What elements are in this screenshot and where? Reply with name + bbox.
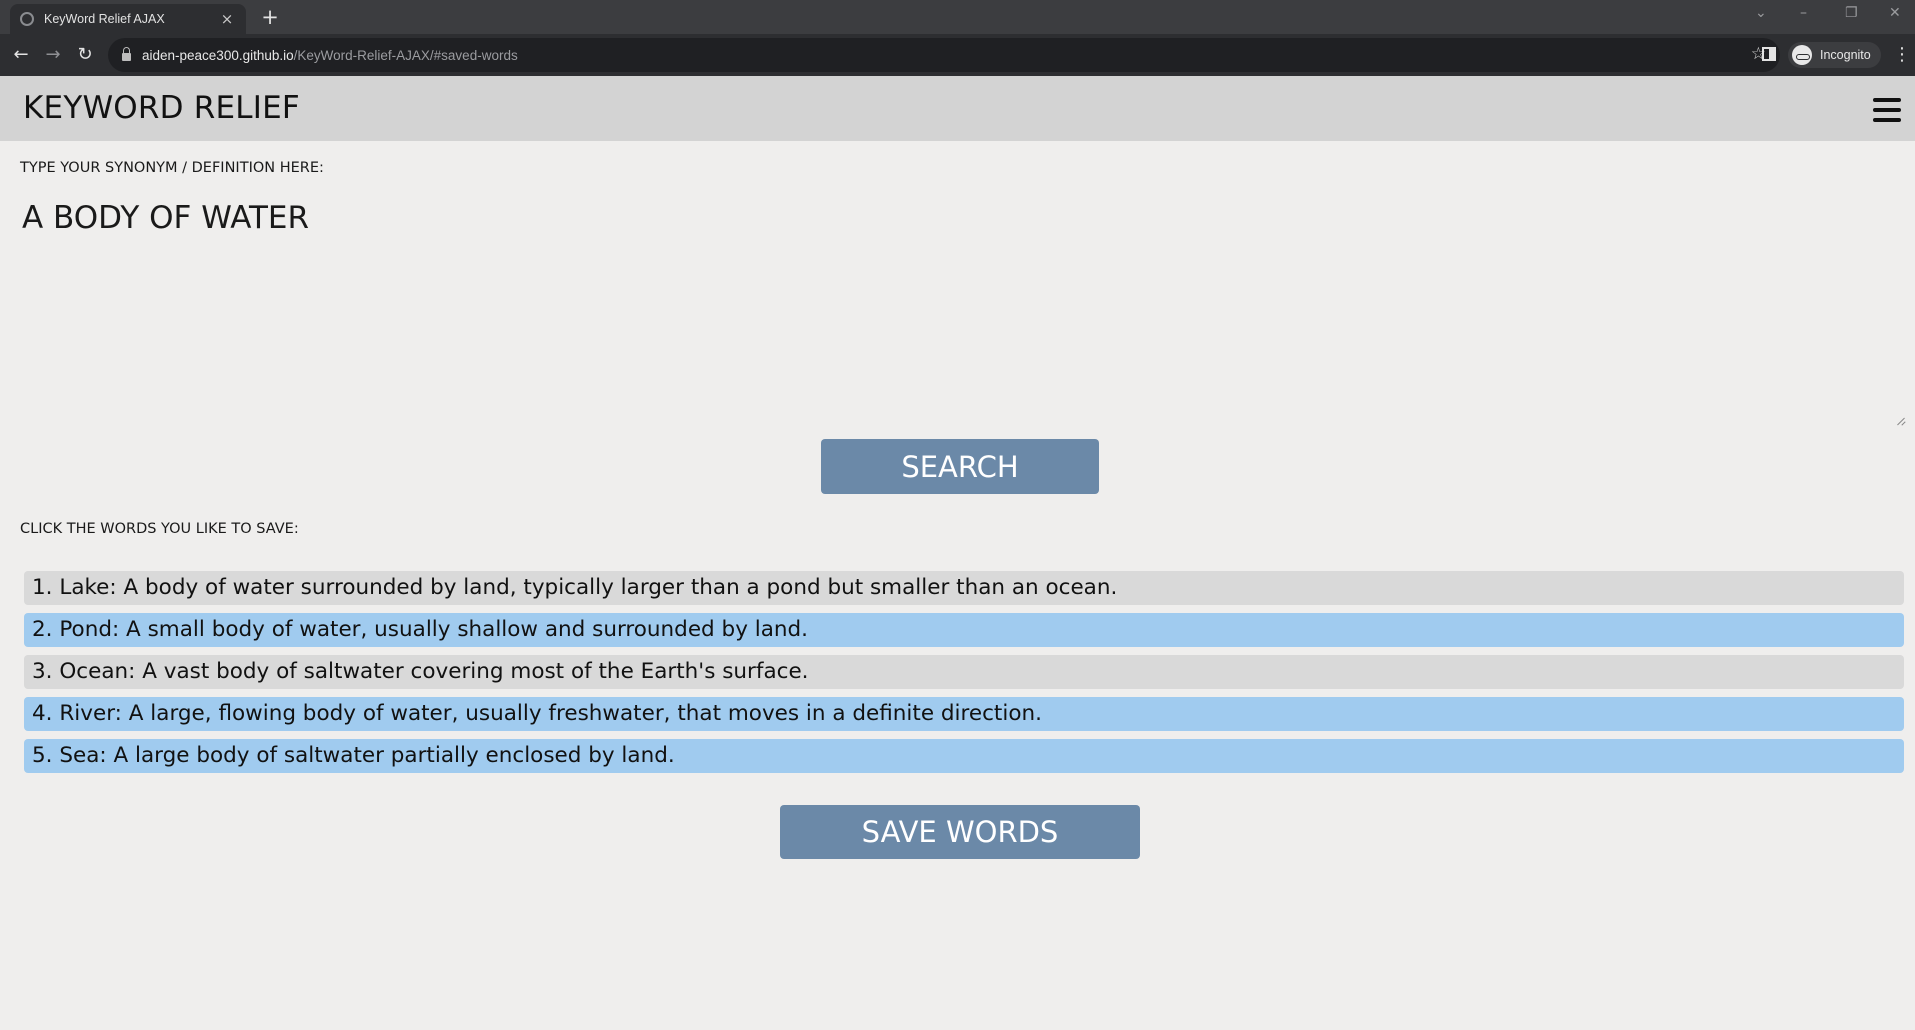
result-item[interactable]: 4. River: A large, flowing body of water… xyxy=(24,697,1904,731)
resize-handle-icon[interactable] xyxy=(1896,416,1906,426)
reload-icon[interactable]: ↻ xyxy=(72,42,98,68)
query-label: TYPE YOUR SYNONYM / DEFINITION HERE: xyxy=(20,160,324,176)
globe-icon xyxy=(20,12,34,26)
incognito-indicator[interactable]: Incognito xyxy=(1788,42,1881,68)
browser-toolbar: ← → ↻ aiden-peace300.github.io/KeyWord-R… xyxy=(0,34,1915,76)
lock-icon[interactable] xyxy=(122,47,131,61)
results-list: 1. Lake: A body of water surrounded by l… xyxy=(24,571,1904,781)
site-header: KEYWORD RELIEF xyxy=(0,76,1915,141)
incognito-label: Incognito xyxy=(1820,48,1871,62)
address-bar[interactable]: aiden-peace300.github.io/KeyWord-Relief-… xyxy=(108,38,1780,72)
new-tab-button[interactable]: + xyxy=(258,5,282,29)
result-item[interactable]: 5. Sea: A large body of saltwater partia… xyxy=(24,739,1904,773)
back-icon[interactable]: ← xyxy=(8,42,34,68)
close-window-icon[interactable]: ✕ xyxy=(1889,5,1901,21)
browser-tab[interactable]: KeyWord Relief AJAX × xyxy=(10,4,246,34)
incognito-icon xyxy=(1792,45,1812,65)
url-host: aiden-peace300.github.io xyxy=(142,47,294,63)
results-label: CLICK THE WORDS YOU LIKE TO SAVE: xyxy=(20,521,299,537)
hamburger-menu-icon[interactable] xyxy=(1873,98,1901,122)
save-words-button[interactable]: SAVE WORDS xyxy=(780,805,1140,859)
restore-icon[interactable]: ❐ xyxy=(1845,5,1858,21)
tab-title: KeyWord Relief AJAX xyxy=(44,12,165,26)
minimize-icon[interactable]: – xyxy=(1800,5,1807,21)
search-button[interactable]: SEARCH xyxy=(821,439,1099,494)
url-path: /KeyWord-Relief-AJAX/#saved-words xyxy=(293,47,518,63)
site-title: KEYWORD RELIEF xyxy=(23,90,300,126)
query-textarea[interactable]: A BODY OF WATER xyxy=(22,200,1907,428)
close-tab-icon[interactable]: × xyxy=(218,10,236,28)
menu-icon[interactable]: ⋮ xyxy=(1893,44,1911,65)
forward-icon[interactable]: → xyxy=(40,42,66,68)
result-item[interactable]: 3. Ocean: A vast body of saltwater cover… xyxy=(24,655,1904,689)
result-item[interactable]: 1. Lake: A body of water surrounded by l… xyxy=(24,571,1904,605)
browser-tab-strip: KeyWord Relief AJAX × + ⌄ – ❐ ✕ xyxy=(0,0,1915,34)
tab-search-chevron-icon[interactable]: ⌄ xyxy=(1755,5,1767,21)
side-panel-icon[interactable] xyxy=(1762,47,1776,61)
result-item[interactable]: 2. Pond: A small body of water, usually … xyxy=(24,613,1904,647)
